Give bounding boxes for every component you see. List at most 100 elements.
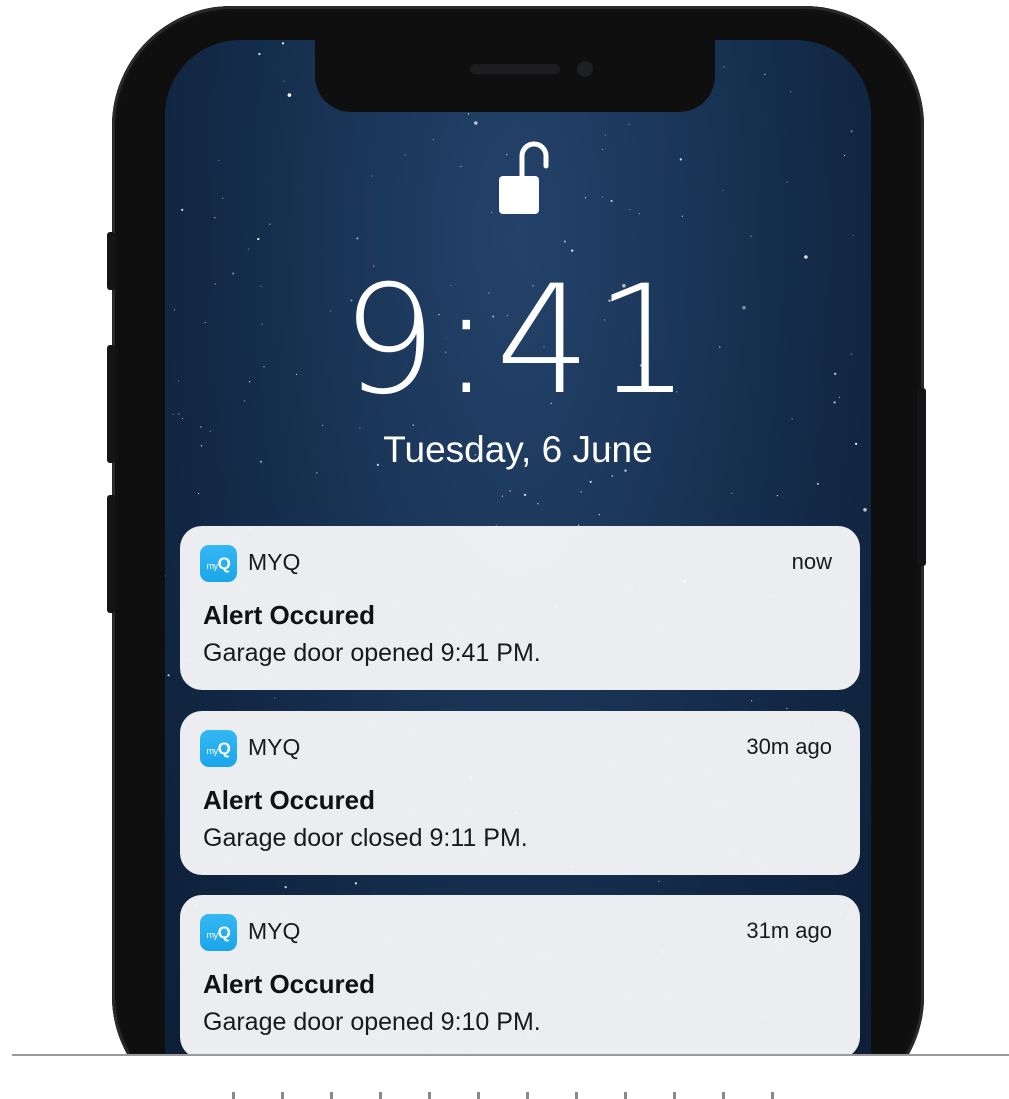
lock-screen: 9:41 Tuesday, 6 June myQ MYQ now Alert O… [165, 40, 871, 1099]
notification-message: Garage door opened 9:41 PM. [203, 639, 541, 667]
side-button-volume-up [107, 345, 115, 463]
star [501, 495, 504, 497]
myq-app-icon: myQ [200, 914, 237, 951]
tick-mark [477, 1092, 480, 1099]
notification-message: Garage door closed 9:11 PM. [203, 824, 528, 852]
star [257, 237, 260, 241]
tick-mark [722, 1092, 725, 1099]
star [786, 181, 788, 183]
star [722, 189, 724, 191]
star [658, 880, 660, 882]
notification-app-name: MYQ [248, 734, 301, 760]
star [563, 240, 566, 243]
star [843, 709, 845, 711]
star [284, 886, 287, 889]
horizontal-divider [12, 1054, 1009, 1056]
star [316, 472, 318, 474]
notification-title: Alert Occured [203, 969, 375, 999]
star [248, 248, 250, 250]
star [638, 213, 640, 215]
star [679, 158, 682, 161]
star [628, 123, 630, 125]
myq-app-icon: myQ [200, 730, 237, 767]
myq-app-icon: myQ [200, 545, 237, 582]
star [580, 491, 582, 493]
star [850, 130, 853, 133]
star [804, 255, 808, 259]
star [790, 91, 792, 93]
tick-mark [526, 1092, 529, 1099]
tick-mark [232, 1092, 235, 1099]
star [601, 196, 603, 198]
star [181, 208, 184, 211]
notification-timestamp: 31m ago [746, 918, 832, 943]
star [287, 93, 292, 97]
side-button-volume-down [107, 495, 115, 613]
star [222, 197, 224, 199]
star [356, 237, 359, 240]
star [198, 492, 200, 495]
notification-message: Garage door opened 9:10 PM. [203, 1008, 541, 1036]
star [611, 474, 614, 478]
star [432, 138, 434, 141]
notification-timestamp: 30m ago [746, 734, 832, 759]
star [281, 42, 285, 45]
star [467, 113, 470, 115]
side-button-power [917, 388, 926, 566]
star [751, 700, 753, 702]
star [598, 514, 600, 516]
tick-mark [624, 1092, 627, 1099]
star [791, 418, 793, 420]
star [852, 234, 854, 237]
tick-mark [281, 1092, 284, 1099]
tick-mark [575, 1092, 578, 1099]
front-camera [577, 61, 593, 77]
tick-mark [771, 1092, 774, 1099]
star [584, 197, 587, 199]
star [181, 417, 184, 420]
unlocked-padlock-icon [499, 141, 549, 214]
star [537, 503, 539, 505]
star [474, 121, 478, 125]
star [604, 134, 607, 136]
star [509, 490, 511, 492]
star [404, 154, 406, 156]
tick-mark [673, 1092, 676, 1099]
star [731, 492, 733, 494]
star [274, 697, 276, 699]
star [460, 165, 462, 168]
notification-card[interactable]: myQ MYQ 30m ago Alert Occured Garage doo… [180, 711, 860, 875]
star [269, 223, 271, 225]
star [816, 482, 820, 485]
star [723, 66, 725, 68]
side-button-silent [107, 232, 115, 290]
notification-card[interactable]: myQ MYQ now Alert Occured Garage door op… [180, 526, 860, 690]
notification-title: Alert Occured [203, 600, 375, 630]
star [523, 493, 527, 496]
earpiece-speaker [470, 64, 560, 74]
product-image: 9:41 Tuesday, 6 June myQ MYQ now Alert O… [0, 0, 1009, 1099]
star [681, 215, 684, 217]
star [491, 211, 493, 213]
star [610, 199, 613, 203]
star [167, 674, 170, 677]
star [371, 175, 373, 177]
star [776, 495, 779, 497]
star [629, 208, 631, 211]
star [322, 424, 324, 426]
tick-mark [428, 1092, 431, 1099]
star [283, 80, 285, 82]
star [354, 882, 357, 885]
star [863, 508, 867, 512]
star [750, 235, 752, 237]
star [214, 217, 216, 219]
star [835, 41, 837, 43]
lock-screen-date: Tuesday, 6 June [383, 429, 653, 470]
star [218, 159, 220, 162]
notification-card[interactable]: myQ MYQ 31m ago Alert Occured Garage doo… [180, 895, 860, 1059]
notification-title: Alert Occured [203, 785, 375, 815]
star [764, 73, 766, 75]
lock-screen-time: 9:41 [341, 254, 695, 428]
star [165, 575, 166, 577]
notch [315, 40, 715, 112]
